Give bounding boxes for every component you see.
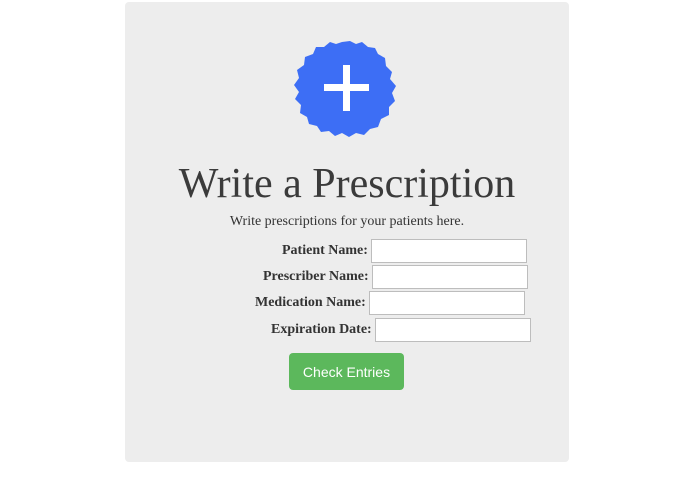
page-subtitle: Write prescriptions for your patients he… (229, 214, 465, 229)
expiration-date-row: Expiration Date: (271, 318, 531, 342)
plus-icon (292, 38, 402, 138)
medication-name-row: Medication Name: (255, 291, 525, 315)
prescriber-name-row: Prescriber Name: (263, 265, 528, 289)
expiration-date-input[interactable] (374, 318, 531, 342)
medication-name-input[interactable] (368, 291, 525, 315)
page-title: Write a Prescription (178, 161, 516, 207)
patient-name-input[interactable] (370, 239, 527, 263)
expiration-date-label: Expiration Date: (271, 322, 372, 337)
prescriber-name-input[interactable] (371, 265, 528, 289)
patient-name-label: Patient Name: (282, 243, 368, 258)
check-entries-button[interactable]: Check Entries (289, 353, 404, 390)
prescriber-name-label: Prescriber Name: (263, 269, 369, 284)
medication-name-label: Medication Name: (255, 295, 366, 310)
prescription-card: Write a Prescription Write prescriptions… (125, 2, 569, 462)
patient-name-row: Patient Name: (282, 239, 527, 263)
